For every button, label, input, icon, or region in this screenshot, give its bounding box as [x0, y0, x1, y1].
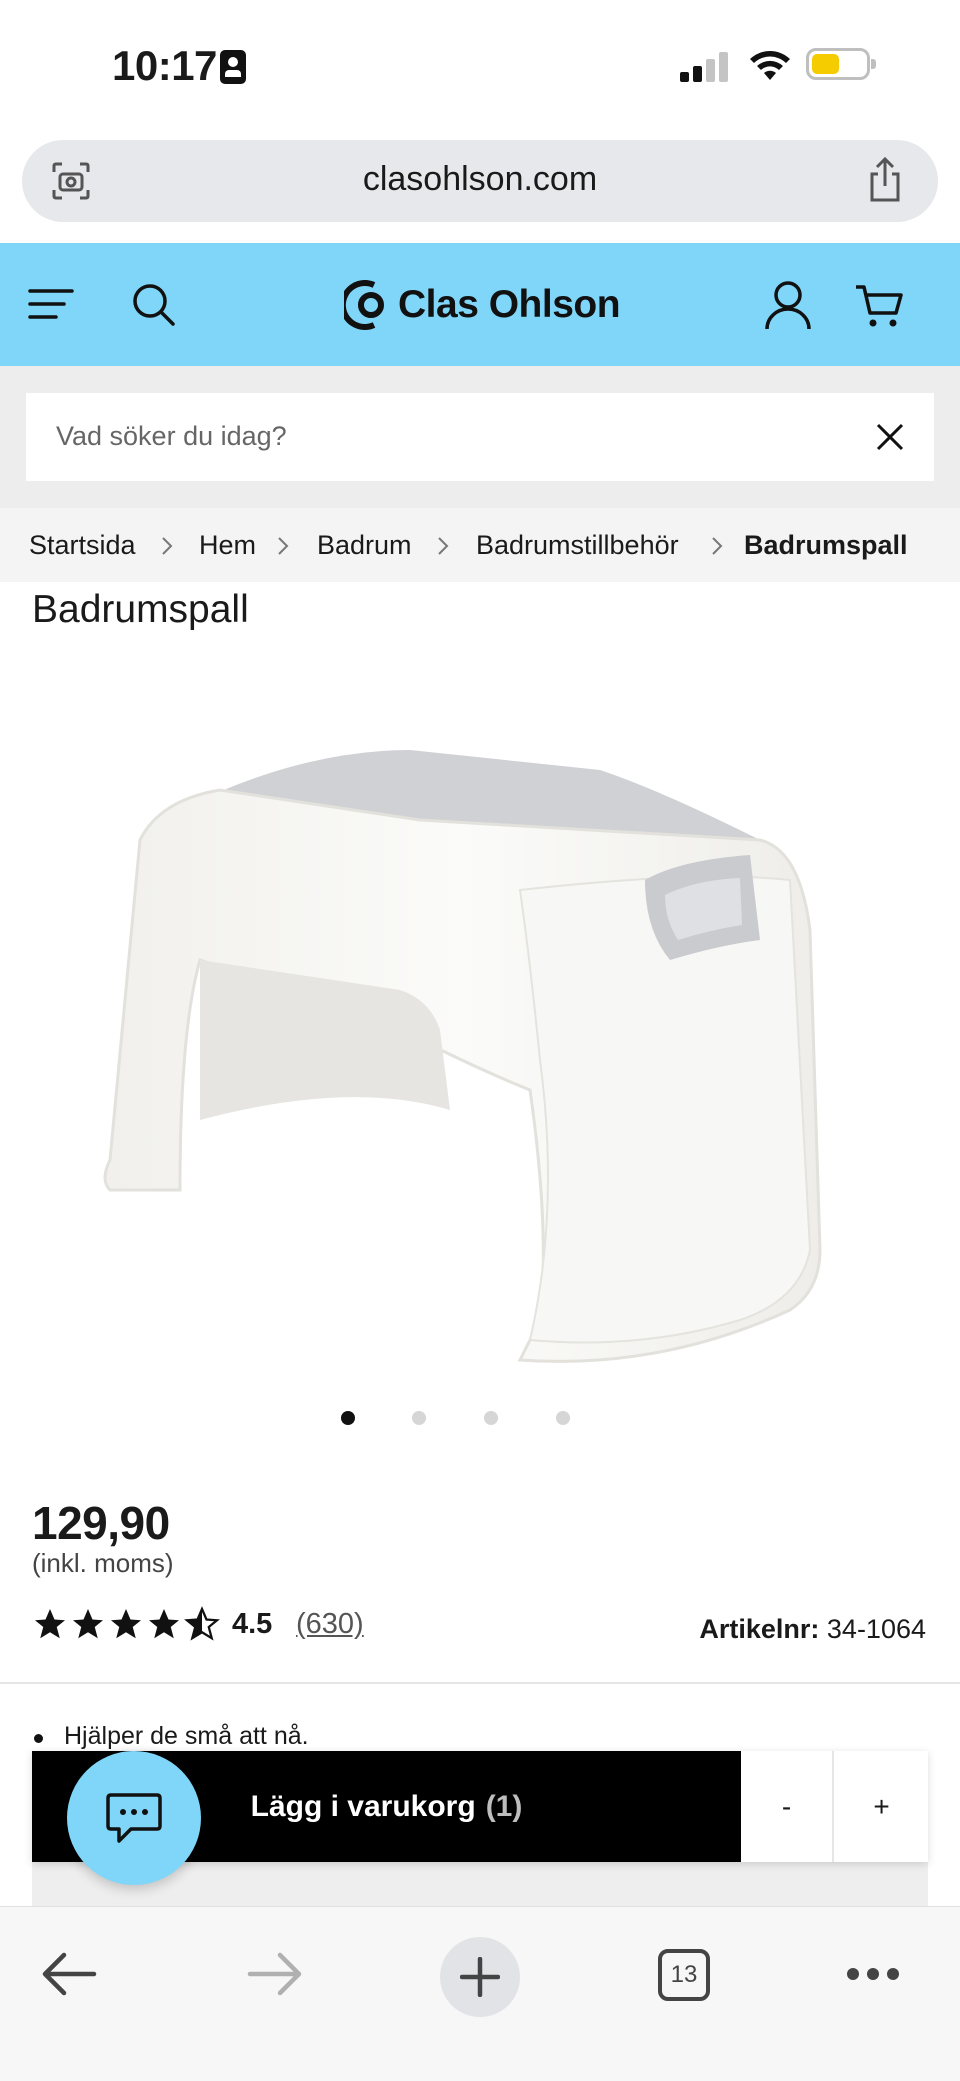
url-text[interactable]: clasohlson.com	[22, 160, 938, 199]
carousel-dot-1[interactable]	[341, 1411, 355, 1425]
image-carousel-dots	[0, 1411, 960, 1425]
status-bar: 10:17	[0, 0, 960, 130]
article-number-value: 34-1064	[826, 1614, 926, 1644]
menu-icon[interactable]	[28, 281, 74, 327]
chevron-right-icon	[278, 537, 289, 555]
article-number-label: Artikelnr:	[699, 1614, 820, 1644]
star-full-icon	[149, 1609, 179, 1639]
star-full-icon	[35, 1609, 65, 1639]
carousel-dot-2[interactable]	[412, 1411, 426, 1425]
divider	[0, 1682, 960, 1684]
user-icon[interactable]	[764, 279, 812, 331]
star-full-icon	[111, 1609, 141, 1639]
tab-switcher-button[interactable]: 13	[658, 1949, 710, 2001]
product-bullet: Hjälper de små att nå.	[34, 1722, 309, 1750]
search-icon[interactable]	[130, 281, 176, 327]
cart-quantity: (1)	[485, 1789, 523, 1823]
chevron-right-icon	[712, 537, 723, 555]
star-half-icon	[184, 1606, 220, 1641]
chevron-right-icon	[438, 537, 449, 555]
search-section: Vad söker du idag?	[0, 366, 960, 508]
carousel-dot-4[interactable]	[556, 1411, 570, 1425]
breadcrumb-item-badrum[interactable]: Badrum	[317, 530, 412, 561]
add-to-cart-label: Lägg i varukorg	[250, 1789, 476, 1823]
logo-text: Clas Ohlson	[398, 283, 621, 326]
article-number: Artikelnr: 34-1064	[699, 1614, 926, 1645]
status-time: 10:17	[112, 42, 217, 89]
cellular-signal-icon	[680, 48, 732, 82]
chevron-right-icon	[162, 537, 173, 555]
breadcrumb-item-badrumstillbehor[interactable]: Badrumstillbehör	[476, 530, 679, 561]
clas-ohlson-logo-mark	[344, 280, 384, 330]
carousel-dot-3[interactable]	[484, 1411, 498, 1425]
chat-icon	[106, 1793, 162, 1843]
vat-note: (inkl. moms)	[32, 1548, 174, 1578]
site-logo[interactable]: Clas Ohlson	[344, 275, 621, 335]
plus-icon	[460, 1957, 500, 1997]
contact-card-icon	[220, 50, 246, 84]
more-options-icon[interactable]	[846, 1959, 900, 1989]
star-full-icon	[73, 1609, 103, 1639]
forward-arrow-icon[interactable]	[246, 1949, 304, 1999]
new-tab-button[interactable]	[440, 1937, 520, 2017]
address-bar[interactable]: clasohlson.com	[22, 140, 938, 222]
breadcrumb: Startsida Hem Badrum Badrumstillbehör Ba…	[0, 508, 960, 582]
cart-icon[interactable]	[854, 281, 904, 329]
back-arrow-icon[interactable]	[40, 1949, 98, 1999]
chat-button[interactable]	[67, 1751, 201, 1885]
product-image[interactable]	[100, 730, 840, 1370]
site-header: Clas Ohlson	[0, 243, 960, 366]
product-title: Badrumspall	[32, 588, 249, 631]
breadcrumb-item-startsida[interactable]: Startsida	[29, 530, 136, 561]
breadcrumb-item-current: Badrumspall	[744, 530, 908, 560]
search-placeholder: Vad söker du idag?	[56, 421, 287, 451]
browser-toolbar: 13	[0, 1906, 960, 2081]
close-icon[interactable]	[874, 421, 906, 453]
review-count-link[interactable]: (630)	[296, 1608, 364, 1641]
share-icon[interactable]	[864, 156, 906, 204]
rating-stars[interactable]	[32, 1606, 222, 1642]
battery-icon	[806, 48, 876, 80]
search-input[interactable]: Vad söker du idag?	[26, 393, 934, 481]
product-price: 129,90	[32, 1497, 170, 1549]
breadcrumb-item-hem[interactable]: Hem	[199, 530, 256, 561]
quantity-decrease-button[interactable]: -	[741, 1751, 834, 1862]
quantity-increase-button[interactable]: +	[835, 1751, 928, 1862]
rating-value: 4.5	[232, 1608, 273, 1640]
wifi-icon	[750, 51, 790, 80]
